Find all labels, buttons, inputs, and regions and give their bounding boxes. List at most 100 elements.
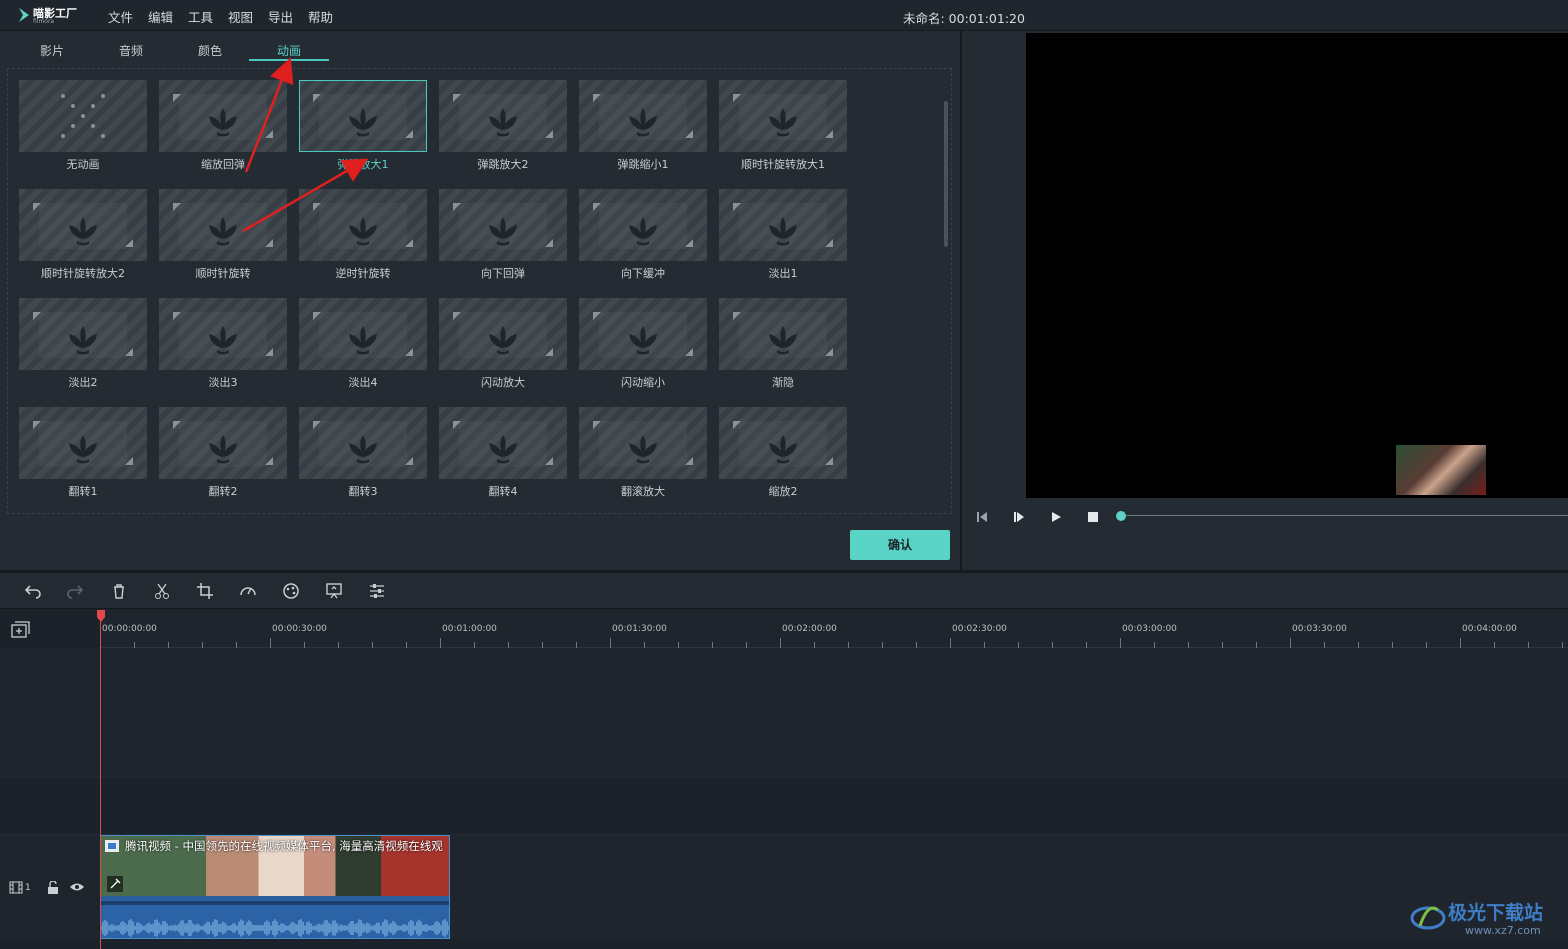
- animation-label: 无动画: [66, 158, 100, 171]
- clip-edit-icon[interactable]: [107, 876, 123, 892]
- cut-icon[interactable]: [153, 582, 171, 600]
- ruler-tick: [1426, 642, 1427, 648]
- animation-item[interactable]: 翻转3: [299, 407, 427, 507]
- ruler-tick: [134, 642, 135, 648]
- timecode-label: 00:01:00:00: [442, 624, 497, 634]
- ruler-tick: [746, 642, 747, 648]
- animation-item[interactable]: 向下缓冲: [579, 189, 707, 289]
- animation-thumbnail: [299, 298, 427, 370]
- track-area-1[interactable]: [0, 649, 1568, 777]
- animation-item[interactable]: 翻转4: [439, 407, 567, 507]
- menu-view[interactable]: 视图: [228, 7, 253, 26]
- animation-item[interactable]: 无动画: [19, 80, 147, 180]
- animation-label: 弹跳放大2: [477, 158, 529, 171]
- tab-color[interactable]: 颜色: [180, 42, 240, 59]
- app-sub: filmora: [33, 18, 55, 25]
- animation-item[interactable]: 弹跳缩小1: [579, 80, 707, 180]
- animation-item[interactable]: 闪动放大: [439, 298, 567, 398]
- flip-icon: [313, 421, 413, 467]
- menu-edit[interactable]: 编辑: [148, 7, 173, 26]
- animation-thumbnail: [439, 80, 567, 152]
- adjust-icon[interactable]: [368, 582, 386, 600]
- animation-label: 顺时针旋转放大1: [741, 158, 825, 171]
- grid-scrollbar[interactable]: [944, 101, 948, 247]
- lock-icon[interactable]: [47, 881, 59, 894]
- time-ruler[interactable]: 00:00:00:00 00:00:30:00 00:01:00:00 00:01:3…: [100, 610, 1568, 648]
- redo-icon[interactable]: [66, 582, 84, 600]
- greenscreen-icon[interactable]: [325, 582, 343, 600]
- confirm-button[interactable]: 确认: [850, 530, 950, 560]
- animation-label: 淡出1: [768, 267, 798, 280]
- down-ease-icon: [593, 203, 693, 249]
- animation-label: 翻滚放大: [621, 485, 665, 498]
- animation-item[interactable]: 缩放回弹: [159, 80, 287, 180]
- animation-thumbnail: [159, 407, 287, 479]
- seek-handle[interactable]: [1116, 511, 1126, 521]
- tab-audio[interactable]: 音频: [101, 42, 161, 59]
- animation-thumbnail: [19, 189, 147, 261]
- animation-item[interactable]: 淡出3: [159, 298, 287, 398]
- animation-item[interactable]: 向下回弹: [439, 189, 567, 289]
- video-clip[interactable]: 腾讯视频 - 中国领先的在线视频媒体平台, 海量高清视频在线观: [100, 835, 450, 939]
- animation-thumbnail: [439, 298, 567, 370]
- animation-label: 向下缓冲: [621, 267, 665, 280]
- animation-item[interactable]: 闪动缩小: [579, 298, 707, 398]
- animation-item[interactable]: 淡出4: [299, 298, 427, 398]
- timecode-label: 00:01:30:00: [612, 624, 667, 634]
- animation-item[interactable]: 缩放2: [719, 407, 847, 507]
- delete-icon[interactable]: [110, 582, 128, 600]
- next-frame-icon[interactable]: [1011, 509, 1027, 525]
- menu-help[interactable]: 帮助: [308, 7, 333, 26]
- animation-label: 淡出3: [208, 376, 238, 389]
- animation-item[interactable]: 渐隐: [719, 298, 847, 398]
- ruler-tick: [1086, 642, 1087, 648]
- animation-thumbnail: [579, 80, 707, 152]
- fade-down-icon: [33, 312, 133, 358]
- menu-export[interactable]: 导出: [268, 7, 293, 26]
- animation-item[interactable]: 淡出1: [719, 189, 847, 289]
- zoom-icon: [733, 421, 833, 467]
- animation-item[interactable]: 弹跳放大2: [439, 80, 567, 180]
- undo-icon[interactable]: [24, 582, 42, 600]
- track-area-2[interactable]: [0, 777, 1568, 833]
- animation-item[interactable]: 逆时针旋转: [299, 189, 427, 289]
- menu-tools[interactable]: 工具: [188, 7, 213, 26]
- rotate-cw-icon: [173, 203, 273, 249]
- color-icon[interactable]: [282, 582, 300, 600]
- filmora-logo-icon: [19, 8, 29, 22]
- animation-thumbnail: [439, 189, 567, 261]
- animation-item[interactable]: 顺时针旋转: [159, 189, 287, 289]
- timecode-label: 00:03:00:00: [1122, 624, 1177, 634]
- stop-icon[interactable]: [1085, 509, 1101, 525]
- animation-label: 缩放2: [768, 485, 798, 498]
- eye-icon[interactable]: [69, 882, 85, 892]
- animation-item[interactable]: 弹跳放大1: [299, 80, 427, 180]
- ruler-tick: [610, 638, 611, 648]
- preview-screen: [1026, 33, 1568, 498]
- roll-zoom-icon: [593, 421, 693, 467]
- ruler-tick: [916, 642, 917, 648]
- animation-item[interactable]: 顺时针旋转放大1: [719, 80, 847, 180]
- animation-item[interactable]: 翻转1: [19, 407, 147, 507]
- animation-item[interactable]: 顺时针旋转放大2: [19, 189, 147, 289]
- prev-frame-icon[interactable]: [974, 509, 990, 525]
- ruler-tick: [474, 642, 475, 648]
- tab-animation[interactable]: 动画: [259, 42, 319, 59]
- ruler-tick: [712, 642, 713, 648]
- animation-item[interactable]: 翻滚放大: [579, 407, 707, 507]
- add-track-icon[interactable]: [11, 621, 31, 639]
- animation-item[interactable]: 翻转2: [159, 407, 287, 507]
- animation-item[interactable]: 淡出2: [19, 298, 147, 398]
- seek-bar[interactable]: [1121, 515, 1568, 516]
- watermark-title: 极光下载站: [1448, 902, 1544, 924]
- menu-file[interactable]: 文件: [108, 7, 133, 26]
- animation-label: 向下回弹: [481, 267, 525, 280]
- tab-video[interactable]: 影片: [22, 42, 82, 59]
- animation-label: 逆时针旋转: [335, 267, 391, 280]
- watermark-logo-icon: [1410, 906, 1446, 930]
- ruler-tick: [1460, 638, 1461, 648]
- speed-icon[interactable]: [239, 582, 257, 600]
- bounce-zoom-icon: [313, 94, 413, 140]
- crop-icon[interactable]: [196, 582, 214, 600]
- play-icon[interactable]: [1048, 509, 1064, 525]
